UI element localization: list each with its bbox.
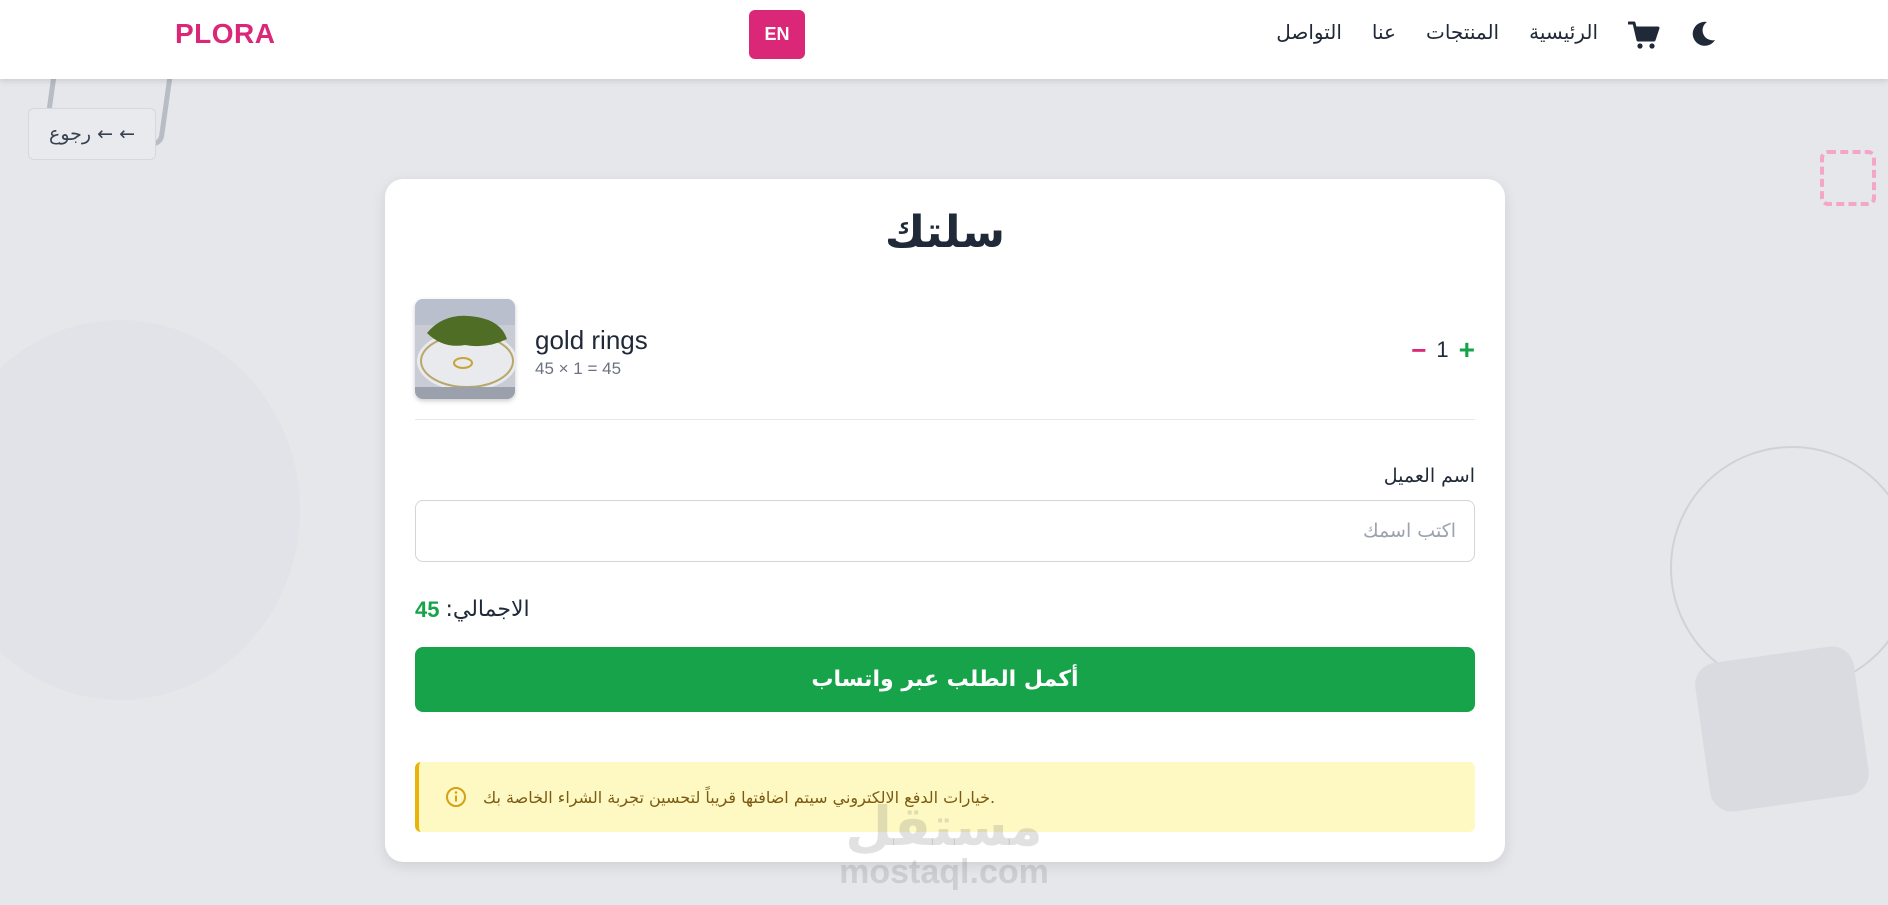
customer-name-label: اسم العميل	[1383, 465, 1475, 487]
quantity-stepper: − 1 +	[1411, 334, 1475, 366]
product-subtotal: 45 × 1 = 45	[535, 359, 622, 378]
decorative-dashed-square	[1820, 150, 1876, 206]
shopping-cart-icon[interactable]	[1628, 20, 1660, 50]
decorative-square-filled	[1692, 643, 1872, 815]
product-name: gold rings	[535, 325, 648, 355]
decrease-quantity-button[interactable]: −	[1411, 335, 1426, 366]
nav-item-products[interactable]: المنتجات	[1426, 20, 1499, 44]
decorative-blob-left	[0, 320, 300, 700]
increase-quantity-button[interactable]: +	[1459, 334, 1475, 366]
quantity-value: 1	[1436, 337, 1449, 362]
order-total: الاجمالي: 45	[415, 597, 530, 623]
total-value: 45	[415, 597, 440, 622]
total-label: الاجمالي:	[445, 597, 530, 622]
back-button[interactable]: رجوع ← ←	[28, 108, 156, 160]
checkout-whatsapp-button[interactable]: أكمل الطلب عبر واتساب	[415, 647, 1475, 712]
nav-item-about[interactable]: عنا	[1372, 20, 1396, 44]
nav-item-home[interactable]: الرئيسية	[1529, 20, 1598, 44]
navbar: PLORA EN الرئيسية المنتجات عنا التواصل	[0, 0, 1888, 79]
page-title: سلتك	[884, 207, 1006, 258]
moon-icon[interactable]	[1690, 20, 1716, 48]
language-toggle-button[interactable]: EN	[749, 10, 805, 59]
product-thumbnail	[415, 299, 515, 399]
nav-item-contact[interactable]: التواصل	[1276, 20, 1342, 44]
payment-notice: خيارات الدفع الالكتروني سيتم اضافتها قري…	[415, 762, 1475, 832]
brand-logo[interactable]: PLORA	[175, 18, 276, 50]
customer-name-input[interactable]	[415, 500, 1475, 562]
info-circle-icon	[446, 787, 466, 807]
cart-card: سلتك gold rings 45 × 1 = 45 − 1 + اسم ال…	[385, 179, 1505, 862]
divider	[415, 419, 1475, 420]
notice-text: خيارات الدفع الالكتروني سيتم اضافتها قري…	[483, 787, 996, 807]
nav-links: الرئيسية المنتجات عنا التواصل	[1276, 20, 1598, 44]
